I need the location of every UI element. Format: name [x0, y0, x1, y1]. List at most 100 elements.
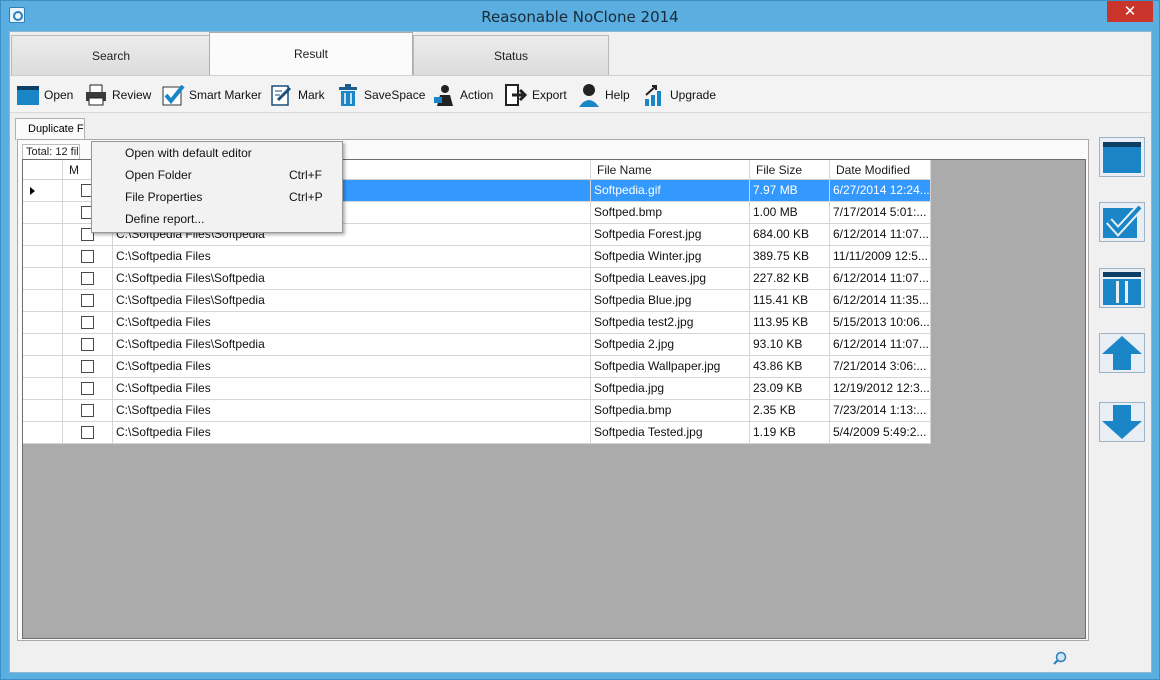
savespace-label: SaveSpace: [364, 88, 426, 102]
mark-checkbox[interactable]: [81, 272, 94, 285]
table-row[interactable]: C:\Softpedia Files\Softpedia Softpedia 2.…: [23, 334, 931, 356]
mark-checkbox[interactable]: [81, 316, 94, 329]
table-row[interactable]: C:\Softpedia Files Softpedia.bmp 2.35 KB 7/…: [23, 400, 931, 422]
tab-search[interactable]: Search: [11, 35, 211, 75]
row-header[interactable]: [23, 180, 63, 202]
header-corner: [23, 160, 63, 180]
table-row[interactable]: C:\Softpedia Files Softpedia Winter.jpg 38…: [23, 246, 931, 268]
row-header[interactable]: [23, 268, 63, 290]
row-header[interactable]: [23, 202, 63, 224]
tab-result[interactable]: Result: [209, 32, 413, 76]
table-row[interactable]: C:\Softpedia Files Softpedia Wallpaper.jp…: [23, 356, 931, 378]
path-cell: C:\Softpedia Files\Softpedia: [113, 268, 591, 290]
magnifier-icon[interactable]: [1053, 651, 1067, 665]
row-header[interactable]: [23, 312, 63, 334]
table-row[interactable]: C:\Softpedia Files Softpedia Tested.jpg 1.…: [23, 422, 931, 444]
path-cell: C:\Softpedia Files: [113, 422, 591, 444]
table-row[interactable]: C:\Softpedia Files Softpedia.jpg 23.09 KB 1…: [23, 378, 931, 400]
header-file-name[interactable]: File Name: [591, 160, 750, 180]
action-button[interactable]: Action: [432, 81, 493, 109]
row-header[interactable]: [23, 334, 63, 356]
mark-checkbox[interactable]: [81, 338, 94, 351]
trash-icon: [336, 83, 360, 107]
checkmark-icon: [1103, 204, 1143, 238]
menu-shortcut: Ctrl+F: [289, 168, 322, 182]
menu-open-folder[interactable]: Open Folder Ctrl+F: [92, 164, 342, 186]
export-icon: [504, 83, 528, 107]
file-size-cell: 684.00 KB: [750, 224, 830, 246]
file-size-cell: 43.86 KB: [750, 356, 830, 378]
header-file-size[interactable]: File Size: [750, 160, 830, 180]
table-row[interactable]: C:\Softpedia Files Softpedia test2.jpg 113…: [23, 312, 931, 334]
arrow-down-icon: [1102, 405, 1142, 439]
file-name-cell: Softpedia.gif: [591, 180, 750, 202]
row-header[interactable]: [23, 290, 63, 312]
open-label: Open: [44, 88, 74, 102]
mark-checkbox[interactable]: [81, 426, 94, 439]
side-mark-all-button[interactable]: [1099, 202, 1145, 242]
row-header[interactable]: [23, 400, 63, 422]
side-columns-button[interactable]: [1099, 268, 1145, 308]
date-modified-cell: 6/27/2014 12:24...: [830, 180, 931, 202]
row-header[interactable]: [23, 246, 63, 268]
table-row[interactable]: C:\Softpedia Files\Softpedia Softpedia Bl…: [23, 290, 931, 312]
row-header[interactable]: [23, 356, 63, 378]
menu-file-properties[interactable]: File Properties Ctrl+P: [92, 186, 342, 208]
file-name-cell: Softpedia test2.jpg: [591, 312, 750, 334]
open-button[interactable]: Open: [16, 81, 73, 109]
smart-marker-label: Smart Marker: [189, 88, 262, 102]
date-modified-cell: 7/21/2014 3:06:...: [830, 356, 931, 378]
help-button[interactable]: Help: [577, 81, 630, 109]
path-cell: C:\Softpedia Files: [113, 378, 591, 400]
mark-cell: [63, 400, 113, 422]
date-modified-cell: 6/12/2014 11:07...: [830, 268, 931, 290]
side-folder-button[interactable]: [1099, 137, 1145, 177]
mark-label: Mark: [298, 88, 325, 102]
current-row-arrow-icon: [30, 187, 35, 195]
context-menu: Open with default editor Open Folder Ctr…: [91, 141, 343, 233]
row-header[interactable]: [23, 378, 63, 400]
table-row[interactable]: C:\Softpedia Files\Softpedia Softpedia Le…: [23, 268, 931, 290]
side-move-down-button[interactable]: [1099, 402, 1145, 442]
date-modified-cell: 6/12/2014 11:07...: [830, 224, 931, 246]
menu-item-label: File Properties: [125, 190, 203, 204]
file-size-cell: 2.35 KB: [750, 400, 830, 422]
mark-checkbox[interactable]: [81, 360, 94, 373]
tab-duplicate-files[interactable]: Duplicate F: [15, 118, 85, 140]
mark-cell: [63, 246, 113, 268]
mark-cell: [63, 356, 113, 378]
savespace-button[interactable]: SaveSpace: [336, 81, 425, 109]
file-size-cell: 93.10 KB: [750, 334, 830, 356]
upgrade-button[interactable]: Upgrade: [642, 81, 716, 109]
mark-checkbox[interactable]: [81, 382, 94, 395]
review-button[interactable]: Review: [84, 81, 151, 109]
file-size-cell: 115.41 KB: [750, 290, 830, 312]
title-bar[interactable]: Reasonable NoClone 2014 ✕: [1, 1, 1159, 31]
file-size-cell: 389.75 KB: [750, 246, 830, 268]
path-cell: C:\Softpedia Files\Softpedia: [113, 334, 591, 356]
date-modified-cell: 7/17/2014 5:01:...: [830, 202, 931, 224]
export-button[interactable]: Export: [504, 81, 567, 109]
tab-status[interactable]: Status: [413, 35, 609, 75]
mark-button[interactable]: Mark: [270, 81, 325, 109]
close-button[interactable]: ✕: [1107, 1, 1153, 22]
smart-marker-button[interactable]: Smart Marker: [161, 81, 262, 109]
menu-define-report[interactable]: Define report...: [92, 208, 342, 230]
mark-cell: [63, 334, 113, 356]
columns-icon: [1103, 272, 1141, 305]
mark-checkbox[interactable]: [81, 294, 94, 307]
file-name-cell: Softpedia Forest.jpg: [591, 224, 750, 246]
mark-cell: [63, 378, 113, 400]
toolbar: Open Review Smart Marker Mark SaveSpace …: [10, 75, 1151, 113]
date-modified-cell: 6/12/2014 11:07...: [830, 334, 931, 356]
side-move-up-button[interactable]: [1099, 333, 1145, 373]
row-header[interactable]: [23, 422, 63, 444]
pencil-icon: [270, 83, 294, 107]
mark-checkbox[interactable]: [81, 404, 94, 417]
menu-open-default-editor[interactable]: Open with default editor: [92, 142, 342, 164]
mark-checkbox[interactable]: [81, 250, 94, 263]
header-date-modified[interactable]: Date Modified: [830, 160, 931, 180]
menu-item-label: Define report...: [125, 212, 205, 226]
mark-cell: [63, 422, 113, 444]
row-header[interactable]: [23, 224, 63, 246]
